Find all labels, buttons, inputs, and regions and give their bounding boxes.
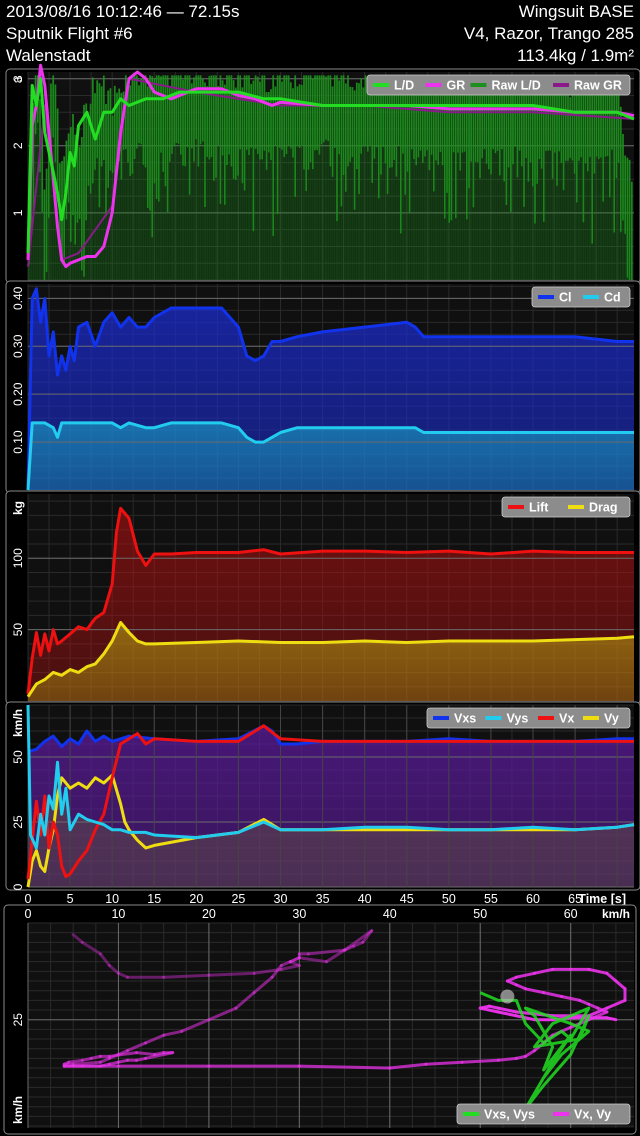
x-axis-unit-label: km/h: [602, 907, 630, 921]
y-axis-unit-label: km/h: [11, 1096, 25, 1124]
x-tick-label: 30: [292, 907, 306, 921]
legend-3: Lift Drag: [501, 496, 631, 518]
vxvy-segment: [496, 1056, 518, 1062]
x-tick-label: 30: [274, 892, 288, 906]
vxvy-segment: [460, 1058, 500, 1064]
legend-label: Raw GR: [574, 79, 622, 93]
x-axis-label: Time [s]: [578, 892, 626, 906]
vxvy-segment: [67, 1058, 84, 1064]
x-tick-label: 20: [202, 907, 216, 921]
legend-label: Cl: [559, 291, 572, 305]
legend-label: Lift: [529, 501, 549, 515]
x-tick-label: 10: [105, 892, 119, 906]
x-tick-label: 55: [484, 892, 498, 906]
x-tick-label: 60: [526, 892, 540, 906]
y-tick-label: 0.30: [11, 334, 25, 358]
y-tick-label: 1: [11, 209, 25, 216]
x-tick-label: 25: [231, 892, 245, 906]
y-tick-label: 50: [11, 623, 25, 637]
legend-label: Vx, Vy: [574, 1108, 611, 1122]
y-tick-label: 100: [11, 548, 25, 568]
x-tick-label: 40: [383, 907, 397, 921]
y-tick-label: 0.40: [11, 286, 25, 310]
legend-label: Vy: [604, 712, 619, 726]
legend-label: Cd: [604, 291, 621, 305]
legend-2: Cl Cd: [531, 286, 631, 308]
x-tick-label: 50: [473, 907, 487, 921]
x-tick-label: 50: [442, 892, 456, 906]
y-axis-unit-label: kg: [11, 501, 25, 515]
y-tick-label: 0: [11, 883, 25, 890]
x-tick-label: 45: [400, 892, 414, 906]
vxvy-segment: [162, 973, 211, 979]
start-marker: [500, 989, 515, 1004]
legend-label: L/D: [394, 79, 414, 93]
legend-4: Vxs Vys Vx Vy: [426, 707, 631, 729]
vxvy-segment: [424, 1060, 464, 1066]
vxvy-segment: [605, 1016, 618, 1022]
vxvy-segment: [207, 971, 256, 977]
legend-label: GR: [447, 79, 466, 93]
y-axis-unit-label: km/h: [11, 709, 25, 737]
x-tick-label: 5: [67, 892, 74, 906]
x-tick-label: 0: [25, 892, 32, 906]
vxvy-segment: [297, 1064, 392, 1070]
legend-5: Vxs, Vys Vx, Vy: [456, 1103, 631, 1125]
legend-label: Drag: [589, 501, 617, 515]
legend-1: L/D GR Raw L/D Raw GR: [366, 74, 631, 96]
y-tick-label: 50: [11, 750, 25, 764]
y-tick-label: 0.20: [11, 382, 25, 406]
x-tick-label: 60: [564, 907, 578, 921]
y-tick-label: 0.10: [11, 430, 25, 454]
vxvy-segment: [135, 1051, 157, 1056]
charts-svg: 1238 L/D GR Raw L/D Raw GR0.100.200.300.40 Cl…: [3, 63, 640, 1135]
y-extra-tick-label: 8: [13, 77, 25, 83]
x-tick-label: 15: [147, 892, 161, 906]
x-tick-label: 0: [25, 907, 32, 921]
x-tick-label: 20: [189, 892, 203, 906]
x-tick-label: 35: [316, 892, 330, 906]
legend-label: Vxs: [454, 712, 476, 726]
y-tick-label: 2: [11, 142, 25, 149]
x-tick-label: 40: [358, 892, 372, 906]
legend-label: Vxs, Vys: [484, 1108, 535, 1122]
legend-label: Vys: [507, 712, 529, 726]
y-tick-label: 25: [11, 1013, 25, 1027]
y-tick-label: 25: [11, 815, 25, 829]
legend-label: Vx: [559, 712, 574, 726]
legend-label: Raw L/D: [492, 79, 541, 93]
x-tick-label: 10: [111, 907, 125, 921]
